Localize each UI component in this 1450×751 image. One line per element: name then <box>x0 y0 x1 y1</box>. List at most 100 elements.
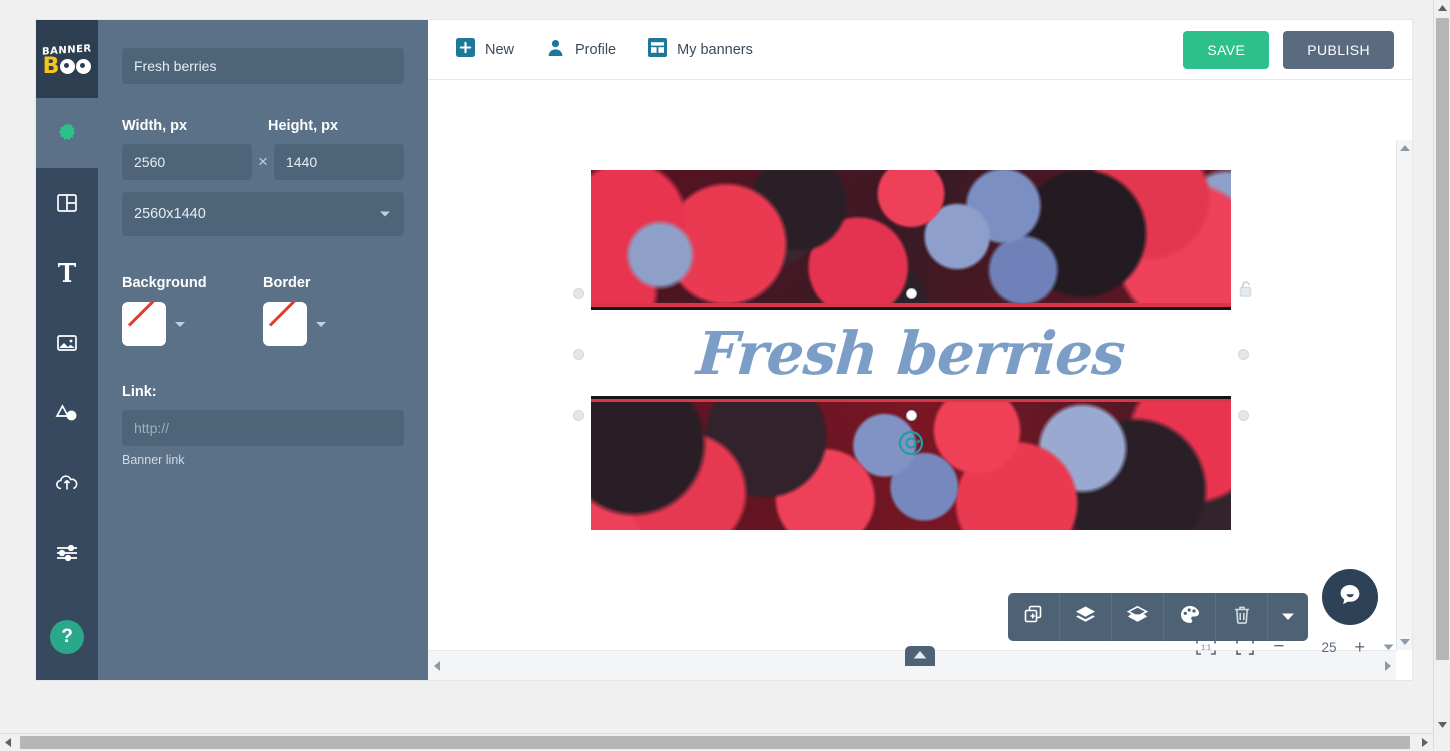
help-button[interactable]: ? <box>50 620 84 654</box>
banner-selection[interactable]: Fresh berries <box>591 170 1231 530</box>
color-button[interactable] <box>1164 593 1216 641</box>
banner-image-bottom[interactable] <box>591 402 1231 530</box>
my-banners-button[interactable]: My banners <box>648 38 753 62</box>
zoom-presets-chevron-down-icon[interactable] <box>1383 643 1394 651</box>
unlock-icon[interactable] <box>1238 280 1253 303</box>
page-scroll-left-arrow-icon[interactable] <box>0 734 17 751</box>
sidebar-item-upload[interactable] <box>36 448 98 518</box>
save-button[interactable]: SAVE <box>1183 31 1269 69</box>
duplicate-button[interactable] <box>1008 593 1060 641</box>
my-banners-label: My banners <box>677 42 753 58</box>
profile-button[interactable]: Profile <box>546 38 616 62</box>
plus-square-icon <box>456 38 475 62</box>
sidebar-item-image[interactable] <box>36 308 98 378</box>
layers-front-icon <box>1074 604 1097 630</box>
resize-handle-left-bottom[interactable] <box>573 410 584 421</box>
chat-bubble-icon <box>1335 580 1365 615</box>
resize-handle-bottom[interactable] <box>906 410 917 421</box>
scroll-down-arrow-icon[interactable] <box>1397 633 1412 650</box>
element-toolbar <box>1008 593 1308 641</box>
resize-handle-top[interactable] <box>906 288 917 299</box>
chevron-down-icon <box>1281 608 1295 626</box>
banner-name-input[interactable] <box>122 48 404 84</box>
background-swatch[interactable] <box>122 302 166 346</box>
background-group: Background <box>122 274 263 346</box>
zoom-value: 25 <box>1302 640 1336 655</box>
trash-icon <box>1232 604 1252 631</box>
page-horizontal-scrollbar[interactable] <box>0 733 1433 750</box>
duplicate-icon <box>1023 604 1044 630</box>
banner-artboard[interactable]: Fresh berries <box>591 170 1231 530</box>
sidebar-item-settings[interactable] <box>36 98 98 168</box>
text-icon <box>55 260 79 286</box>
berry-texture-bottom <box>591 402 1231 530</box>
height-label: Height, px <box>268 118 338 134</box>
berry-texture-top <box>591 170 1231 303</box>
main-area: New Profile <box>428 20 1412 680</box>
background-chevron-down-icon[interactable] <box>175 322 185 327</box>
canvas-vertical-scrollbar[interactable] <box>1396 140 1412 650</box>
gear-icon <box>54 120 80 146</box>
app-logo[interactable]: BANNER B <box>36 20 98 98</box>
background-picker <box>122 302 263 346</box>
bring-forward-button[interactable] <box>1060 593 1112 641</box>
banner-text-band: Fresh berries <box>591 310 1231 396</box>
page-vertical-scrollbar[interactable] <box>1433 0 1450 750</box>
profile-label: Profile <box>575 42 616 58</box>
logo-banner-text: BANNER <box>42 43 92 57</box>
more-button[interactable] <box>1268 593 1308 641</box>
width-input[interactable] <box>122 144 252 180</box>
page-scroll-down-arrow-icon[interactable] <box>1434 716 1450 733</box>
app-window: BANNER B <box>36 20 1412 680</box>
border-swatch[interactable] <box>263 302 307 346</box>
page-horizontal-scroll-thumb[interactable] <box>20 736 1410 749</box>
collapse-panel-button[interactable] <box>905 646 935 666</box>
preset-size-value: 2560x1440 <box>122 192 404 236</box>
logo-eye-right <box>76 59 91 74</box>
properties-panel: Width, px Height, px × 2560x1440 Backgro… <box>98 20 428 680</box>
logo-letter-b: B <box>43 57 60 77</box>
page-scroll-up-arrow-icon[interactable] <box>1434 0 1450 17</box>
user-icon <box>546 38 565 62</box>
sidebar-item-templates[interactable] <box>36 168 98 238</box>
banner-headline[interactable]: Fresh berries <box>695 319 1127 388</box>
sidebar-item-text[interactable] <box>36 238 98 308</box>
page-scroll-right-arrow-icon[interactable] <box>1416 734 1433 751</box>
canvas-stage[interactable]: Fresh berries <box>428 80 1412 680</box>
sidebar-item-shapes[interactable] <box>36 378 98 448</box>
scroll-left-arrow-icon[interactable] <box>428 651 446 681</box>
send-backward-button[interactable] <box>1112 593 1164 641</box>
color-section: Background Border <box>122 274 404 346</box>
svg-text:1:1: 1:1 <box>1202 645 1212 652</box>
chat-widget-button[interactable] <box>1322 569 1378 625</box>
chevron-up-icon <box>913 647 927 665</box>
border-picker <box>263 302 404 346</box>
background-label: Background <box>122 275 207 291</box>
banner-image-top[interactable] <box>591 170 1231 303</box>
rotate-handle[interactable] <box>896 428 926 458</box>
scroll-up-arrow-icon[interactable] <box>1397 140 1412 157</box>
resize-handle-left-middle[interactable] <box>573 349 584 360</box>
preset-size-select[interactable]: 2560x1440 <box>122 192 404 236</box>
top-toolbar: New Profile <box>428 20 1412 80</box>
layers-back-icon <box>1126 604 1149 630</box>
palette-icon <box>1179 604 1201 631</box>
resize-handle-right-bottom[interactable] <box>1238 410 1249 421</box>
resize-handle-left-top[interactable] <box>573 288 584 299</box>
link-input[interactable] <box>122 410 404 446</box>
new-label: New <box>485 42 514 58</box>
resize-handle-right-middle[interactable] <box>1238 349 1249 360</box>
divider-line-bottom <box>591 396 1231 399</box>
page-vertical-scroll-thumb[interactable] <box>1436 18 1449 660</box>
border-chevron-down-icon[interactable] <box>316 322 326 327</box>
layout-icon <box>55 191 79 215</box>
width-label: Width, px <box>122 118 268 134</box>
zoom-in-button[interactable]: + <box>1354 637 1365 658</box>
multiply-sign: × <box>258 152 268 172</box>
height-input[interactable] <box>274 144 404 180</box>
delete-button[interactable] <box>1216 593 1268 641</box>
sidebar-icon-rail: BANNER B <box>36 20 98 680</box>
new-button[interactable]: New <box>456 38 514 62</box>
sidebar-item-adjustments[interactable] <box>36 518 98 588</box>
publish-button[interactable]: PUBLISH <box>1283 31 1394 69</box>
